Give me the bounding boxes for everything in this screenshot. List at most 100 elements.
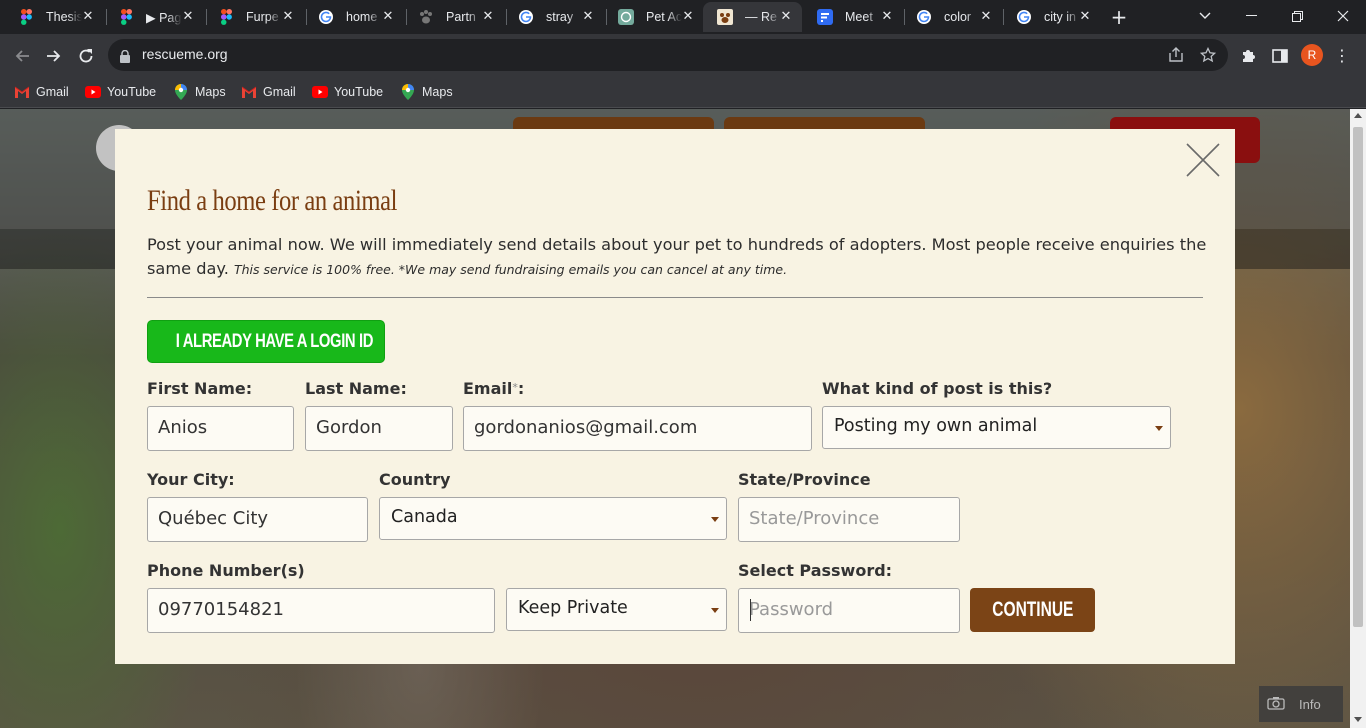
restore-icon[interactable]: [1274, 0, 1320, 32]
chevron-down-icon: [711, 517, 719, 522]
maps-icon: [400, 84, 416, 100]
lead-note: This service is 100% free. *We may send …: [234, 262, 788, 277]
state-label: State/Province: [738, 470, 871, 489]
phone-privacy-select[interactable]: Keep Private: [506, 588, 727, 631]
profile-avatar[interactable]: R: [1301, 44, 1323, 66]
paw-icon: [418, 9, 434, 25]
side-panel-icon[interactable]: [1269, 45, 1291, 67]
figma-icon: [118, 9, 134, 25]
tab-title: Meet: [845, 10, 873, 24]
youtube-icon: [85, 84, 101, 100]
post-kind-label: What kind of post is this?: [822, 379, 1053, 398]
close-tab-icon[interactable]: ✕: [80, 9, 96, 25]
close-tab-icon[interactable]: ✕: [879, 9, 895, 25]
email-label: Email*:: [463, 379, 525, 398]
divider: [147, 297, 1203, 298]
extensions-icon[interactable]: [1237, 45, 1259, 67]
youtube-icon: [312, 84, 328, 100]
gmail-icon: [14, 84, 30, 100]
country-select[interactable]: Canada: [379, 497, 727, 540]
tab-search-icon[interactable]: [1182, 0, 1228, 32]
chatgpt-icon: [618, 9, 634, 25]
close-tab-icon[interactable]: ✕: [480, 9, 496, 25]
city-label: Your City:: [147, 470, 235, 489]
browser-tab[interactable]: stray ✕: [504, 2, 604, 32]
city-field[interactable]: Québec City: [147, 497, 368, 542]
bookmark-star-icon[interactable]: [1198, 45, 1218, 65]
continue-button[interactable]: CONTINUE: [970, 588, 1095, 632]
browser-tab[interactable]: Thesis ✕: [4, 2, 104, 32]
forward-icon[interactable]: [40, 42, 68, 70]
phone-field[interactable]: 09770154821: [147, 588, 495, 633]
scroll-down-icon[interactable]: [1354, 717, 1362, 722]
bookmark-youtube[interactable]: YouTube: [312, 82, 383, 102]
bookmarks-bar: Gmail YouTube Maps Gmail YouTube Maps: [0, 76, 1366, 108]
bookmark-gmail[interactable]: Gmail: [14, 82, 69, 102]
close-icon[interactable]: [1185, 142, 1221, 178]
share-icon[interactable]: [1166, 45, 1186, 65]
bookmark-maps[interactable]: Maps: [173, 82, 226, 102]
info-label: Info: [1299, 696, 1321, 712]
post-kind-select[interactable]: Posting my own animal: [822, 406, 1171, 449]
minimize-icon[interactable]: [1228, 0, 1274, 32]
password-field[interactable]: Password: [738, 588, 960, 633]
already-have-login-button[interactable]: I ALREADY HAVE A LOGIN ID: [147, 320, 385, 363]
bookmark-youtube[interactable]: YouTube: [85, 82, 156, 102]
figma-icon: [18, 9, 34, 25]
post-animal-modal: Find a home for an animal Post your anim…: [115, 129, 1235, 664]
last-name-field[interactable]: Gordon: [305, 406, 453, 451]
chevron-down-icon: [1155, 426, 1163, 431]
reload-icon[interactable]: [72, 42, 100, 70]
close-window-icon[interactable]: [1320, 0, 1366, 32]
menu-kebab-icon[interactable]: ⋮: [1334, 45, 1350, 67]
browser-tab[interactable]: Pet Ac ✕: [604, 2, 704, 32]
page-scrollbar[interactable]: [1350, 109, 1366, 728]
password-label: Select Password:: [738, 561, 893, 580]
new-tab-button[interactable]: +: [1108, 6, 1130, 28]
back-icon[interactable]: [8, 42, 36, 70]
browser-tab[interactable]: Partn ✕: [404, 2, 504, 32]
state-field[interactable]: State/Province: [738, 497, 960, 542]
tab-title: Furpe: [246, 10, 279, 24]
browser-tab-active[interactable]: — Re ✕: [703, 2, 802, 32]
bookmark-gmail[interactable]: Gmail: [241, 82, 296, 102]
page-viewport: Info Find a home for an animal Post your…: [0, 109, 1350, 728]
close-tab-icon[interactable]: ✕: [280, 9, 296, 25]
close-tab-icon[interactable]: ✕: [680, 9, 696, 25]
phone-label: Phone Number(s): [147, 561, 305, 580]
tab-title: Partn: [446, 10, 476, 24]
close-tab-icon[interactable]: ✕: [580, 9, 596, 25]
tab-strip: Thesis ✕ ▶ Pag ✕ Furpe ✕ home ✕ Partn ✕ …: [0, 0, 1366, 34]
address-bar[interactable]: rescueme.org: [108, 39, 1228, 71]
close-tab-icon[interactable]: ✕: [978, 9, 994, 25]
scrollbar-thumb[interactable]: [1353, 127, 1363, 627]
tab-title: stray: [546, 10, 574, 24]
google-icon: [1016, 9, 1032, 25]
tab-title: Thesis: [46, 10, 82, 24]
browser-tab[interactable]: Meet ✕: [803, 2, 903, 32]
email-field[interactable]: gordonanios@gmail.com: [463, 406, 812, 451]
browser-tab[interactable]: city in ✕: [1002, 2, 1101, 32]
browser-tab[interactable]: color ✕: [902, 2, 1002, 32]
chevron-down-icon: [711, 608, 719, 613]
google-icon: [916, 9, 932, 25]
scroll-up-icon[interactable]: [1354, 113, 1362, 118]
close-tab-icon[interactable]: ✕: [380, 9, 396, 25]
first-name-label: First Name:: [147, 379, 253, 398]
browser-tab[interactable]: Furpe ✕: [204, 2, 304, 32]
browser-tab[interactable]: home ✕: [304, 2, 404, 32]
close-tab-icon[interactable]: ✕: [1077, 9, 1093, 25]
country-label: Country: [379, 470, 451, 489]
tab-title: — Re: [745, 10, 777, 24]
info-button[interactable]: Info: [1259, 686, 1343, 722]
maps-icon: [173, 84, 189, 100]
bookmark-maps[interactable]: Maps: [400, 82, 453, 102]
close-tab-icon[interactable]: ✕: [180, 9, 196, 25]
first-name-field[interactable]: Anios: [147, 406, 294, 451]
tab-title: home: [346, 10, 378, 24]
tab-title: ▶ Pag: [146, 10, 182, 25]
close-tab-icon[interactable]: ✕: [778, 9, 794, 25]
google-icon: [318, 9, 334, 25]
browser-tab[interactable]: ▶ Pag ✕: [104, 2, 204, 32]
forms-icon: [817, 9, 833, 25]
